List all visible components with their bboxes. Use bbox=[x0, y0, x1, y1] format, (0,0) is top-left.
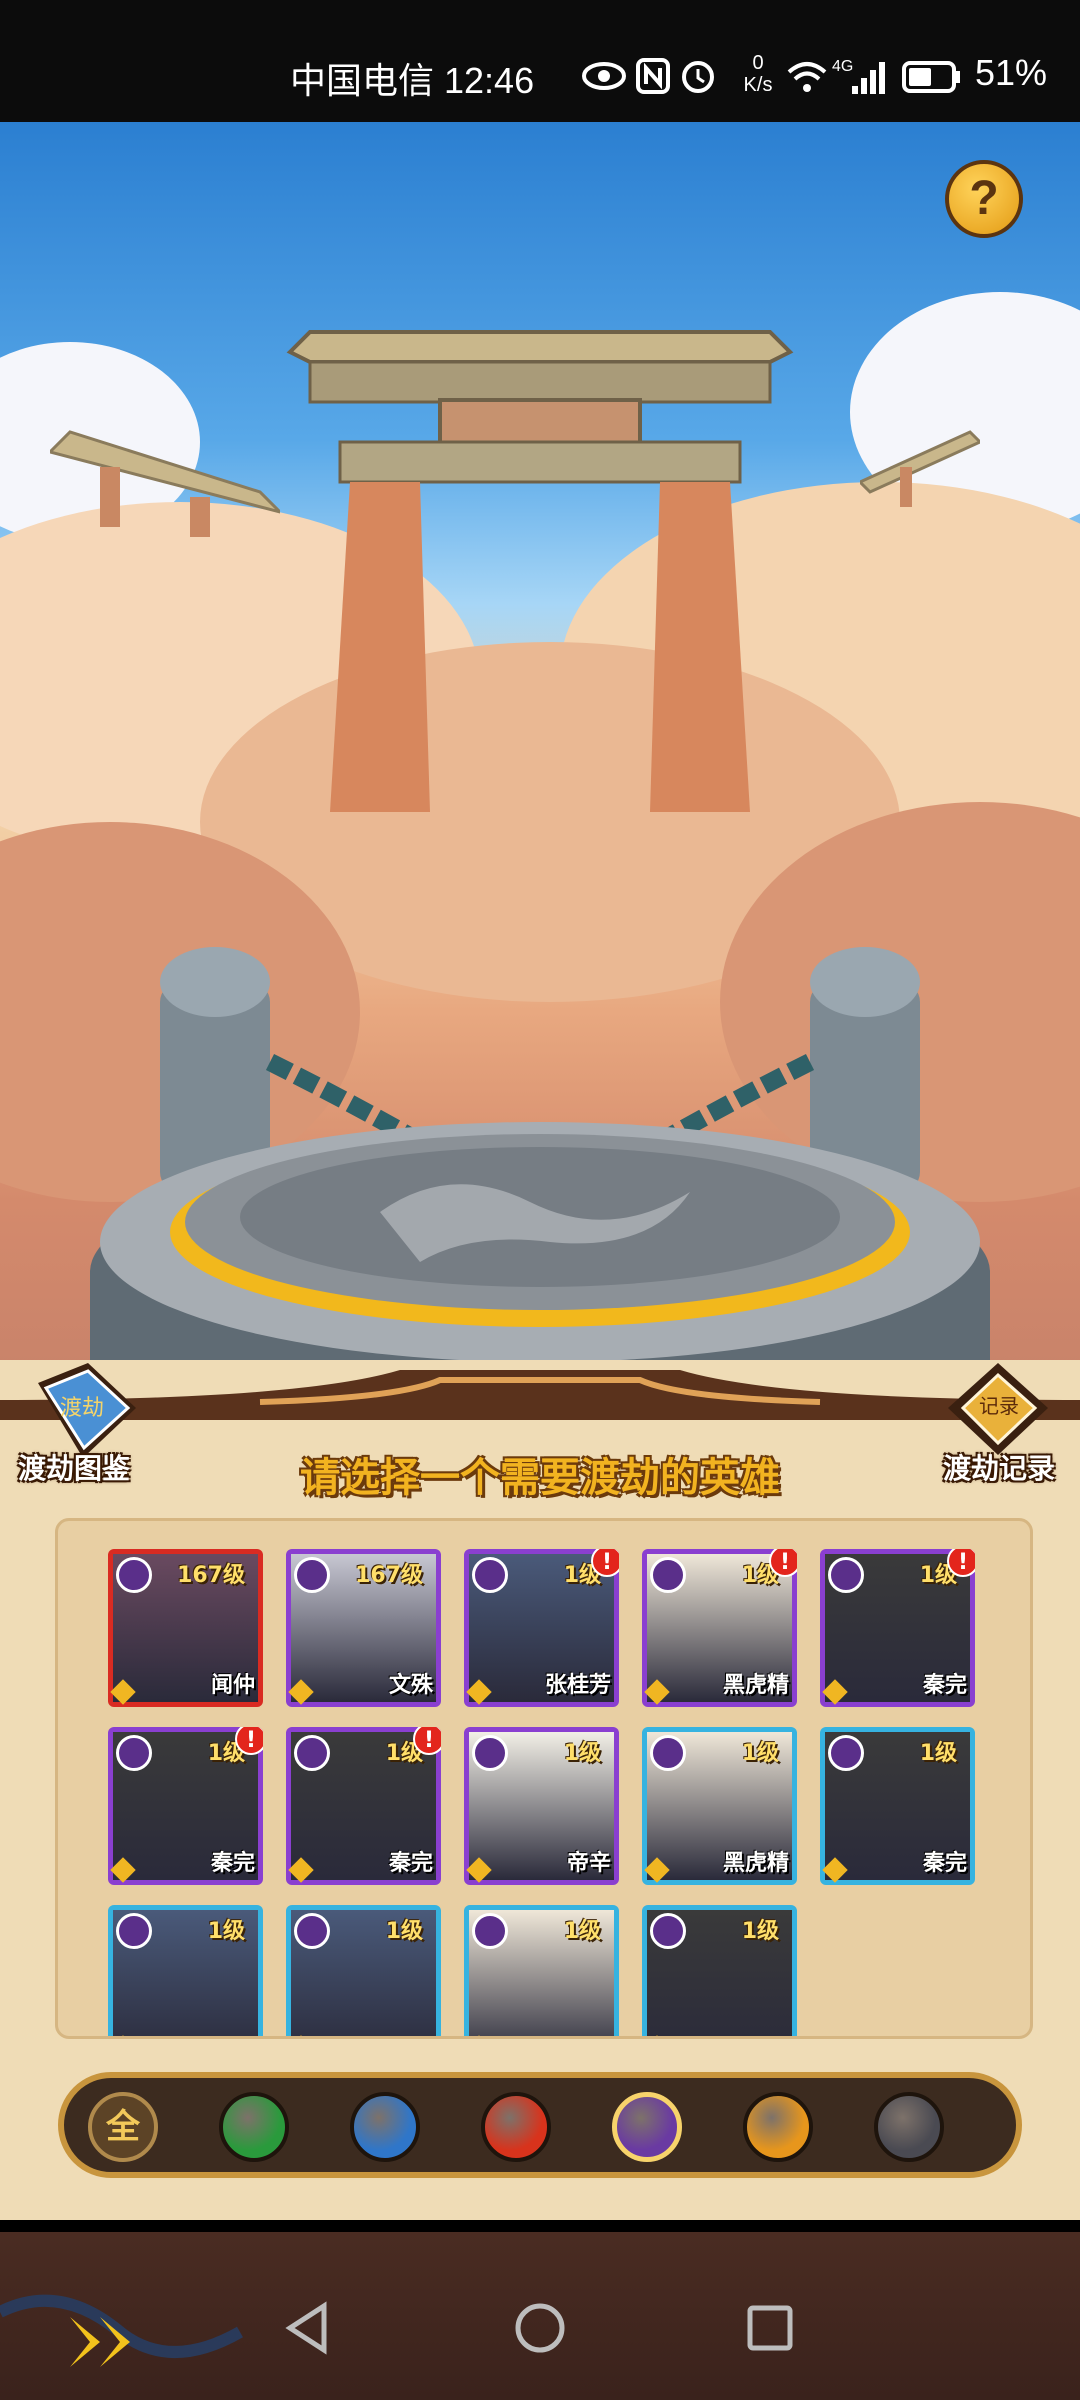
swirl-element-icon[interactable] bbox=[874, 2092, 944, 2162]
moon-element-icon bbox=[472, 1735, 508, 1771]
book-text: 渡劫 bbox=[60, 1396, 104, 1421]
moon-element-icon bbox=[116, 1913, 152, 1949]
carrier-time: 中国电信 12:46 bbox=[290, 60, 535, 101]
hero-name: 黑虎精 bbox=[722, 1851, 789, 1876]
hero-name: 黑虎精 bbox=[722, 1673, 789, 1698]
hero-level: 167级 bbox=[177, 1563, 245, 1588]
moon-element-icon bbox=[472, 1557, 508, 1593]
help-button[interactable]: ? bbox=[945, 160, 1023, 238]
hero-card[interactable]: 1级 秦完! bbox=[820, 1549, 975, 1707]
moon-element-icon bbox=[650, 1913, 686, 1949]
hero-level: 1级 bbox=[207, 1919, 245, 1944]
hero-level: 1级 bbox=[563, 1919, 601, 1944]
hero-name: 帝辛 bbox=[566, 1851, 611, 1876]
hero-level: 167级 bbox=[355, 1563, 423, 1588]
hero-card[interactable]: 1级 张桂芳! bbox=[464, 1549, 619, 1707]
nfc-icon bbox=[636, 58, 670, 98]
moon-element-icon bbox=[472, 1913, 508, 1949]
select-hero-prompt: 请选择一个需要渡劫的英雄 bbox=[300, 1455, 780, 1501]
moon-element-icon bbox=[828, 1557, 864, 1593]
tribulation-scene bbox=[0, 122, 1080, 1392]
moon-element-icon bbox=[650, 1735, 686, 1771]
sun-element-icon[interactable] bbox=[743, 2092, 813, 2162]
back-button[interactable] bbox=[280, 2300, 336, 2360]
net-speed: 0 K/s bbox=[738, 52, 778, 96]
signal-icon bbox=[850, 60, 888, 100]
hero-card[interactable]: 1级秦完 bbox=[820, 1727, 975, 1885]
element-filter-bar: 全 bbox=[58, 2072, 1022, 2178]
hero-card[interactable]: 1级 黑虎精! bbox=[642, 1549, 797, 1707]
panel-ornament bbox=[0, 1370, 1080, 1420]
moon-element-icon bbox=[116, 1735, 152, 1771]
heavenly-gate bbox=[286, 330, 794, 812]
hero-name: 秦完 bbox=[210, 1851, 255, 1876]
moon-element-icon bbox=[650, 1557, 686, 1593]
hero-name: 秦完 bbox=[922, 1851, 967, 1876]
hero-card[interactable]: 1级 秦完! bbox=[286, 1727, 441, 1885]
floating-gate-left bbox=[50, 430, 280, 537]
hero-card[interactable]: 167级闻仲 bbox=[108, 1549, 263, 1707]
net-speed-unit: K/s bbox=[743, 74, 773, 96]
hero-card[interactable]: 1级 bbox=[108, 1905, 263, 2036]
hero-card[interactable]: 1级 秦完! bbox=[108, 1727, 263, 1885]
hero-name: 秦完 bbox=[922, 1673, 967, 1698]
moon-element-icon[interactable] bbox=[612, 2092, 682, 2162]
recents-button[interactable] bbox=[742, 2300, 798, 2360]
hero-card[interactable]: 1级 bbox=[642, 1905, 797, 2036]
hero-name: 张桂芳 bbox=[544, 1673, 611, 1698]
moon-element-icon bbox=[294, 1557, 330, 1593]
all-text-icon[interactable]: 全 bbox=[88, 2092, 158, 2162]
hero-card[interactable]: 167级文殊 bbox=[286, 1549, 441, 1707]
dragon-decoration bbox=[0, 2294, 243, 2367]
scroll-text: 记录 bbox=[979, 1394, 1019, 1418]
hero-level: 1级 bbox=[741, 1919, 779, 1944]
battery-percent: 51% bbox=[975, 52, 1048, 93]
wifi-icon bbox=[786, 60, 828, 98]
home-button[interactable] bbox=[512, 2300, 568, 2360]
altar-platform bbox=[90, 947, 990, 1392]
home-circle-icon bbox=[515, 2303, 565, 2353]
eye-icon bbox=[582, 62, 626, 94]
hero-name: 闻仲 bbox=[210, 1673, 255, 1698]
hero-card[interactable]: 1级 bbox=[286, 1905, 441, 2036]
hero-grid: 167级 闻仲 167级 文殊 1级 张桂芳! 1级 黑虎精! 1级 秦完! 1级 秦完! 1级 秦完! 1… bbox=[55, 1518, 1033, 2039]
floating-gate-right bbox=[860, 430, 980, 507]
water-element-icon[interactable] bbox=[350, 2092, 420, 2162]
hero-level: 1级 bbox=[563, 1741, 601, 1766]
battery-icon bbox=[902, 60, 962, 98]
hero-name: 秦完 bbox=[388, 1851, 433, 1876]
moon-element-icon bbox=[294, 1735, 330, 1771]
hero-card[interactable]: 1级黑虎精 bbox=[642, 1727, 797, 1885]
hero-level: 1级 bbox=[741, 1741, 779, 1766]
alarm-icon bbox=[680, 58, 716, 98]
back-triangle-icon bbox=[285, 2301, 327, 2355]
recents-square-icon bbox=[747, 2305, 793, 2351]
moon-element-icon bbox=[116, 1557, 152, 1593]
hero-name: 文殊 bbox=[388, 1673, 433, 1698]
hero-level: 1级 bbox=[919, 1741, 957, 1766]
net-speed-value: 0 bbox=[752, 52, 764, 74]
hero-level: 1级 bbox=[385, 1919, 423, 1944]
leaf-element-icon[interactable] bbox=[219, 2092, 289, 2162]
hero-card[interactable]: 1级帝辛 bbox=[464, 1727, 619, 1885]
moon-element-icon bbox=[828, 1735, 864, 1771]
fire-element-icon[interactable] bbox=[481, 2092, 551, 2162]
status-bar: 中国电信 12:46 0 K/s 4G 51% bbox=[0, 0, 1080, 122]
hero-card[interactable]: 1级 bbox=[464, 1905, 619, 2036]
moon-element-icon bbox=[294, 1913, 330, 1949]
